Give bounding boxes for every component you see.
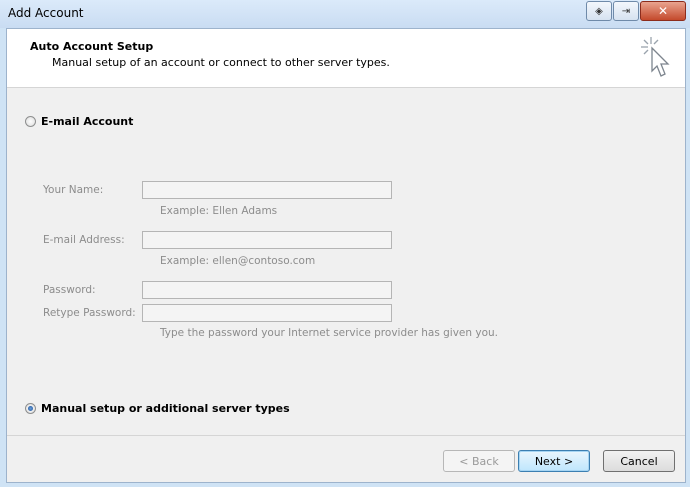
manual-setup-label: Manual setup or additional server types bbox=[41, 402, 290, 415]
cancel-button[interactable]: Cancel bbox=[603, 450, 675, 472]
your-name-field[interactable] bbox=[142, 181, 392, 199]
password-field[interactable] bbox=[142, 281, 392, 299]
manual-setup-option[interactable]: Manual setup or additional server types bbox=[25, 402, 290, 415]
cursor-sparkle-icon bbox=[641, 37, 670, 77]
email-address-label: E-mail Address: bbox=[43, 234, 125, 246]
manual-setup-radio[interactable] bbox=[25, 403, 36, 414]
retype-password-label: Retype Password: bbox=[43, 307, 136, 319]
add-account-dialog: Auto Account Setup Manual setup of an ac… bbox=[6, 28, 686, 483]
password-label: Password: bbox=[43, 284, 96, 296]
email-address-field[interactable] bbox=[142, 231, 392, 249]
password-hint: Type the password your Internet service … bbox=[160, 327, 498, 339]
diamond-icon[interactable]: ◈ bbox=[586, 1, 612, 21]
next-button[interactable]: Next > bbox=[518, 450, 590, 472]
footer-divider bbox=[7, 435, 685, 436]
email-account-radio[interactable] bbox=[25, 116, 36, 127]
your-name-hint: Example: Ellen Adams bbox=[160, 205, 278, 217]
restore-icon[interactable]: ⇥ bbox=[613, 1, 639, 21]
close-icon: ✕ bbox=[657, 4, 669, 18]
window-title: Add Account bbox=[8, 6, 84, 20]
header-subtitle: Manual setup of an account or connect to… bbox=[52, 56, 390, 69]
your-name-label: Your Name: bbox=[43, 184, 104, 196]
email-account-option[interactable]: E-mail Account bbox=[25, 115, 133, 128]
close-button[interactable]: ✕ bbox=[640, 1, 686, 21]
back-button[interactable]: < Back bbox=[443, 450, 515, 472]
header-title: Auto Account Setup bbox=[30, 40, 154, 53]
wizard-header: Auto Account Setup Manual setup of an ac… bbox=[7, 29, 685, 88]
retype-password-field[interactable] bbox=[142, 304, 392, 322]
email-account-label: E-mail Account bbox=[41, 115, 134, 128]
email-address-hint: Example: ellen@contoso.com bbox=[160, 255, 316, 267]
title-bar: Add Account ◈ ⇥ ✕ bbox=[0, 0, 690, 28]
